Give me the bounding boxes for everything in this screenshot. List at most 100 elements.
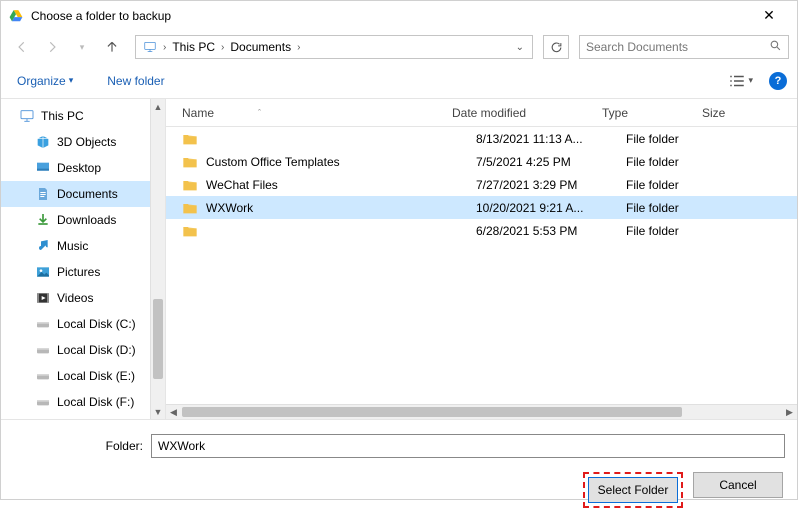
folder-icon bbox=[182, 201, 198, 215]
nav-tree[interactable]: This PC 3D Objects Desktop Documents Downloa… bbox=[1, 99, 166, 419]
tree-item-label: Videos bbox=[57, 291, 93, 305]
docs-icon bbox=[35, 186, 51, 202]
row-type: File folder bbox=[626, 224, 726, 238]
help-button[interactable]: ? bbox=[769, 72, 787, 90]
file-list: Name ˆ Date modified Type Size 8/13/2021… bbox=[166, 99, 797, 419]
scroll-down-arrow[interactable]: ▼ bbox=[151, 404, 165, 419]
tree-item[interactable]: Local Disk (F:) bbox=[1, 389, 165, 415]
search-input[interactable]: Search Documents bbox=[579, 35, 789, 59]
list-h-scrollbar[interactable]: ◀ ▶ bbox=[166, 404, 797, 419]
file-row[interactable]: WXWork10/20/2021 9:21 A...File folder bbox=[166, 196, 797, 219]
new-folder-button[interactable]: New folder bbox=[101, 70, 170, 92]
file-row[interactable]: Custom Office Templates7/5/2021 4:25 PMF… bbox=[166, 150, 797, 173]
row-date: 6/28/2021 5:53 PM bbox=[476, 224, 626, 238]
recent-dropdown[interactable]: ▾ bbox=[69, 34, 95, 60]
close-button[interactable]: ✕ bbox=[749, 7, 789, 24]
video-icon bbox=[35, 290, 51, 306]
row-name: WXWork bbox=[206, 201, 476, 215]
folder-name-input[interactable] bbox=[151, 434, 785, 458]
body-area: This PC 3D Objects Desktop Documents Downloa… bbox=[1, 99, 797, 419]
row-name: Custom Office Templates bbox=[206, 155, 476, 169]
footer: Folder: Select Folder Cancel bbox=[1, 419, 797, 518]
row-date: 8/13/2021 11:13 A... bbox=[476, 132, 626, 146]
tree-item[interactable]: Local Disk (D:) bbox=[1, 337, 165, 363]
down-icon bbox=[35, 212, 51, 228]
file-row[interactable]: 6/28/2021 5:53 PMFile folder bbox=[166, 219, 797, 242]
folder-field-label: Folder: bbox=[13, 439, 143, 453]
scroll-thumb[interactable] bbox=[182, 407, 682, 417]
col-name[interactable]: Name bbox=[182, 106, 214, 120]
tree-item[interactable]: This PC bbox=[1, 103, 165, 129]
toolbar: Organize ▾ New folder ▾ ? bbox=[1, 63, 797, 99]
chevron-right-icon: › bbox=[218, 42, 227, 53]
refresh-button[interactable] bbox=[543, 35, 569, 59]
file-row[interactable]: WeChat Files7/27/2021 3:29 PMFile folder bbox=[166, 173, 797, 196]
search-icon bbox=[769, 39, 782, 55]
back-button[interactable] bbox=[9, 34, 35, 60]
row-type: File folder bbox=[626, 155, 726, 169]
view-options-button[interactable]: ▾ bbox=[724, 70, 757, 92]
desktop-icon bbox=[35, 160, 51, 176]
tree-item[interactable]: Videos bbox=[1, 285, 165, 311]
folder-icon bbox=[182, 132, 198, 146]
tree-item-label: Documents bbox=[57, 187, 118, 201]
title-bar: Choose a folder to backup ✕ bbox=[1, 1, 797, 31]
breadcrumb-root[interactable]: This PC bbox=[169, 40, 218, 54]
folder-icon bbox=[182, 178, 198, 192]
tree-item-label: Pictures bbox=[57, 265, 100, 279]
3d-icon bbox=[35, 134, 51, 150]
cancel-button[interactable]: Cancel bbox=[693, 472, 783, 498]
chevron-down-icon: ▾ bbox=[748, 75, 753, 86]
tree-item-label: Local Disk (D:) bbox=[57, 343, 136, 357]
pics-icon bbox=[35, 264, 51, 280]
nav-row: ▾ › This PC › Documents › ⌄ Search Docum… bbox=[1, 31, 797, 63]
row-type: File folder bbox=[626, 201, 726, 215]
sort-asc-icon: ˆ bbox=[258, 108, 261, 118]
scroll-thumb[interactable] bbox=[153, 299, 163, 379]
tree-item[interactable]: 3D Objects bbox=[1, 129, 165, 155]
drive-icon bbox=[35, 368, 51, 384]
scroll-up-arrow[interactable]: ▲ bbox=[151, 99, 165, 114]
column-headers[interactable]: Name ˆ Date modified Type Size bbox=[166, 99, 797, 127]
tree-item[interactable]: Local Disk (E:) bbox=[1, 363, 165, 389]
folder-icon bbox=[182, 224, 198, 238]
chevron-right-icon: › bbox=[160, 42, 169, 53]
col-size[interactable]: Size bbox=[702, 106, 762, 120]
select-folder-button[interactable]: Select Folder bbox=[588, 477, 678, 503]
scroll-right-arrow[interactable]: ▶ bbox=[782, 405, 797, 419]
col-date[interactable]: Date modified bbox=[452, 106, 602, 120]
chevron-down-icon: ▾ bbox=[69, 75, 74, 86]
folder-icon bbox=[182, 155, 198, 169]
window-title: Choose a folder to backup bbox=[31, 9, 749, 23]
tree-item-label: Local Disk (C:) bbox=[57, 317, 136, 331]
tree-item[interactable]: Documents bbox=[1, 181, 165, 207]
tree-item-label: This PC bbox=[41, 109, 84, 123]
file-row[interactable]: 8/13/2021 11:13 A...File folder bbox=[166, 127, 797, 150]
tree-item-label: 3D Objects bbox=[57, 135, 116, 149]
tree-item-label: Local Disk (E:) bbox=[57, 369, 135, 383]
breadcrumb-bar[interactable]: › This PC › Documents › ⌄ bbox=[135, 35, 533, 59]
scroll-left-arrow[interactable]: ◀ bbox=[166, 405, 181, 419]
breadcrumb-folder[interactable]: Documents bbox=[227, 40, 294, 54]
row-date: 7/5/2021 4:25 PM bbox=[476, 155, 626, 169]
tree-item[interactable]: Local Disk (C:) bbox=[1, 311, 165, 337]
row-name: WeChat Files bbox=[206, 178, 476, 192]
drive-icon bbox=[35, 342, 51, 358]
organize-button[interactable]: Organize ▾ bbox=[11, 70, 79, 92]
tree-item[interactable]: Desktop bbox=[1, 155, 165, 181]
tree-scrollbar[interactable]: ▲ ▼ bbox=[150, 99, 165, 419]
tree-item-label: Local Disk (F:) bbox=[57, 395, 134, 409]
col-type[interactable]: Type bbox=[602, 106, 702, 120]
row-date: 7/27/2021 3:29 PM bbox=[476, 178, 626, 192]
row-type: File folder bbox=[626, 132, 726, 146]
pc-icon bbox=[19, 108, 35, 124]
tree-item[interactable]: Music bbox=[1, 233, 165, 259]
search-placeholder: Search Documents bbox=[586, 40, 769, 54]
tree-item[interactable]: Pictures bbox=[1, 259, 165, 285]
breadcrumb-dropdown[interactable]: ⌄ bbox=[512, 42, 528, 53]
drive-icon bbox=[35, 394, 51, 410]
up-button[interactable] bbox=[99, 34, 125, 60]
tree-item-label: Music bbox=[57, 239, 88, 253]
tree-item[interactable]: Downloads bbox=[1, 207, 165, 233]
forward-button[interactable] bbox=[39, 34, 65, 60]
